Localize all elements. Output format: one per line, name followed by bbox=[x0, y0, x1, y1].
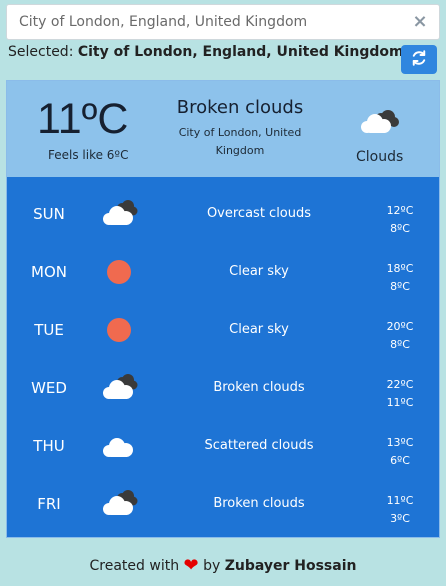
current-temperature: 11ºC bbox=[37, 95, 129, 143]
broken-clouds-icon bbox=[361, 110, 399, 133]
forecast-high: 13ºC bbox=[386, 436, 414, 449]
broken-clouds-icon bbox=[99, 487, 139, 521]
forecast-row: FRI Broken clouds 11ºC 3ºC bbox=[7, 475, 439, 533]
refresh-button[interactable] bbox=[401, 45, 437, 74]
current-condition: Broken clouds bbox=[176, 97, 304, 118]
selected-label: Selected: bbox=[8, 44, 74, 60]
footer-author: Zubayer Hossain bbox=[224, 558, 357, 574]
forecast-row: TUE Clear sky 20ºC 8ºC bbox=[7, 301, 439, 359]
forecast-high: 18ºC bbox=[386, 262, 414, 275]
broken-clouds-icon bbox=[99, 371, 139, 405]
location-search[interactable]: × bbox=[6, 4, 440, 40]
forecast-row: WED Broken clouds 22ºC 11ºC bbox=[7, 359, 439, 417]
forecast-description: Clear sky bbox=[229, 264, 289, 279]
forecast-description: Broken clouds bbox=[213, 380, 305, 395]
forecast-day: WED bbox=[31, 379, 67, 397]
forecast-description: Scattered clouds bbox=[204, 438, 314, 453]
forecast-day: THU bbox=[33, 437, 65, 455]
forecast-row: THU Scattered clouds 13ºC 6ºC bbox=[7, 417, 439, 475]
forecast-low: 6ºC bbox=[390, 454, 410, 467]
footer: Created with ❤ by Zubayer Hossain bbox=[0, 555, 446, 576]
search-input[interactable] bbox=[7, 5, 407, 39]
heart-icon: ❤ bbox=[183, 555, 199, 576]
selected-location: Selected: City of London, England, Unite… bbox=[8, 44, 404, 60]
current-location: City of London, United Kingdom bbox=[178, 126, 302, 157]
close-icon[interactable]: × bbox=[411, 13, 429, 31]
refresh-icon bbox=[412, 50, 426, 66]
selected-value: City of London, England, United Kingdom bbox=[77, 44, 404, 60]
clear-sky-icon bbox=[99, 313, 139, 347]
footer-by: by bbox=[203, 558, 221, 574]
current-weather: 11ºC Feels like 6ºC Broken clouds City o… bbox=[7, 81, 439, 177]
forecast-day: SUN bbox=[33, 205, 65, 223]
overcast-clouds-icon bbox=[99, 197, 139, 231]
scattered-clouds-icon bbox=[99, 429, 139, 463]
forecast-high: 11ºC bbox=[386, 494, 414, 507]
forecast-description: Clear sky bbox=[229, 322, 289, 337]
forecast-low: 3ºC bbox=[390, 512, 410, 525]
forecast-row: MON Clear sky 18ºC 8ºC bbox=[7, 243, 439, 301]
clear-sky-icon bbox=[99, 255, 139, 289]
forecast-low: 8ºC bbox=[390, 222, 410, 235]
forecast-low: 8ºC bbox=[390, 338, 410, 351]
footer-prefix: Created with bbox=[89, 558, 180, 574]
feels-like: Feels like 6ºC bbox=[48, 148, 129, 162]
forecast-high: 20ºC bbox=[386, 320, 414, 333]
forecast-day: FRI bbox=[37, 495, 61, 513]
forecast-high: 12ºC bbox=[386, 204, 414, 217]
forecast-description: Broken clouds bbox=[213, 496, 305, 511]
forecast-description: Overcast clouds bbox=[206, 206, 312, 221]
forecast-high: 22ºC bbox=[386, 378, 414, 391]
forecast-day: TUE bbox=[34, 321, 64, 339]
weather-card: 11ºC Feels like 6ºC Broken clouds City o… bbox=[6, 80, 440, 538]
forecast-low: 8ºC bbox=[390, 280, 410, 293]
forecast-day: MON bbox=[31, 263, 67, 281]
current-icon-label: Clouds bbox=[356, 149, 404, 165]
forecast-row: SUN Overcast clouds 12ºC 8ºC bbox=[7, 185, 439, 243]
forecast-low: 11ºC bbox=[386, 396, 414, 409]
